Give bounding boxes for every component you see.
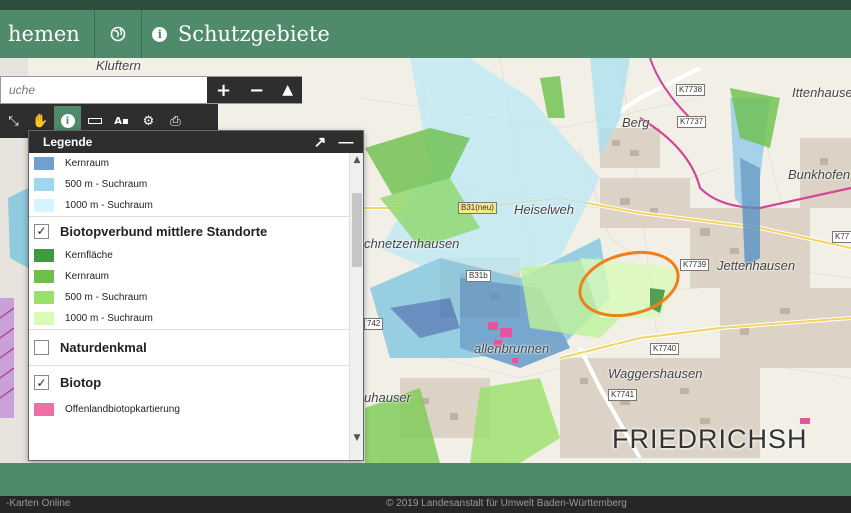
legend-item-label: Kernraum bbox=[65, 271, 109, 282]
legend-item: Kernraum bbox=[29, 266, 349, 287]
road-badge-742: 742 bbox=[364, 318, 384, 330]
legend-swatch bbox=[34, 199, 54, 212]
road-badge-k7738: K7738 bbox=[676, 84, 706, 96]
road-badge-b31: B31(neu) bbox=[458, 202, 497, 214]
layer-checkbox[interactable] bbox=[34, 340, 49, 355]
info-glyph: i bbox=[152, 26, 168, 42]
legend-item: Kernfläche bbox=[29, 245, 349, 266]
legend-item: Kernraum bbox=[29, 153, 349, 174]
legend-item: 500 m - Suchraum bbox=[29, 287, 349, 308]
legend-item-label: Offenlandbiotopkartierung bbox=[65, 404, 180, 415]
nav-schutzgebiete[interactable]: Schutzgebiete bbox=[178, 10, 344, 58]
app-window: hemen i Schutzgebiete Kluftern Berg Itte… bbox=[0, 0, 851, 513]
info-icon[interactable]: i bbox=[142, 10, 178, 58]
nav-themen[interactable]: hemen bbox=[0, 10, 94, 58]
legend-group-biotop[interactable]: ✓ Biotop bbox=[29, 365, 349, 399]
legend-swatch bbox=[34, 249, 54, 262]
road-badge-k7739: K7739 bbox=[680, 259, 710, 271]
footer: -Karten Online © 2019 Landesanstalt für … bbox=[0, 496, 851, 513]
legend-group-biotopverbund[interactable]: ✓ Biotopverbund mittlere Standorte bbox=[29, 216, 349, 245]
legend-title: Legende bbox=[43, 135, 93, 149]
legend-item-label: Kernraum bbox=[65, 158, 109, 169]
legend-group-label: Biotop bbox=[60, 375, 102, 390]
legend-scrollbar[interactable]: ▲ ▼ bbox=[349, 153, 363, 460]
legend-swatch bbox=[34, 403, 54, 416]
legend-item: Offenlandbiotopkartierung bbox=[29, 399, 349, 420]
legend-item-label: 1000 m - Suchraum bbox=[65, 313, 153, 324]
place-label-heiselweh: Heiselweh bbox=[514, 202, 574, 217]
city-label-friedrichshafen: FRIEDRICHSH bbox=[612, 424, 808, 454]
legend-item-label: 1000 m - Suchraum bbox=[65, 200, 153, 211]
globe-glyph bbox=[110, 26, 126, 42]
legend-minimize-button[interactable]: — bbox=[335, 131, 357, 153]
legend-swatch bbox=[34, 178, 54, 191]
legend-item: 500 m - Suchraum bbox=[29, 174, 349, 195]
road-badge-k77: K77 bbox=[832, 231, 851, 243]
legend-header: Legende ↗ — bbox=[29, 131, 363, 153]
legend-group-label: Biotopverbund mittlere Standorte bbox=[60, 223, 268, 239]
legend-swatch bbox=[34, 157, 54, 170]
footer-app-name: -Karten Online bbox=[6, 498, 71, 509]
legend-swatch bbox=[34, 312, 54, 325]
legend-item-label: Kernfläche bbox=[65, 250, 113, 261]
layer-checkbox[interactable]: ✓ bbox=[34, 223, 49, 239]
place-label-kluftern: Kluftern bbox=[96, 58, 141, 73]
top-navigation-bar: hemen i Schutzgebiete bbox=[0, 10, 851, 58]
place-label-jettenhausen: Jettenhausen bbox=[717, 258, 796, 273]
place-label-schnetzenhausen: chnetzenhausen bbox=[364, 236, 460, 251]
scroll-down-arrow[interactable]: ▼ bbox=[350, 433, 364, 443]
legend-swatch bbox=[34, 291, 54, 304]
road-badge-b31b: B31b bbox=[466, 270, 491, 282]
legend-item: 1000 m - Suchraum bbox=[29, 308, 349, 329]
scroll-up-arrow[interactable]: ▲ bbox=[350, 155, 364, 165]
footer-copyright: © 2019 Landesanstalt für Umwelt Baden-Wü… bbox=[386, 498, 627, 509]
legend-group-naturdenkmal[interactable]: Naturdenkmal bbox=[29, 329, 349, 365]
search-input[interactable] bbox=[1, 78, 201, 102]
place-label-bunkhofen: Bunkhofen bbox=[788, 167, 851, 182]
layer-checkbox[interactable]: ✓ bbox=[34, 375, 49, 390]
zoom-out-button[interactable]: − bbox=[249, 80, 264, 101]
place-label-berg: Berg bbox=[622, 115, 650, 130]
info-glyph: i bbox=[60, 114, 75, 128]
legend-panel: Legende ↗ — Kernraum 500 m - Suchraum 10… bbox=[28, 130, 364, 461]
ruler-glyph bbox=[87, 118, 102, 124]
legend-expand-icon[interactable]: ↗ bbox=[309, 131, 331, 153]
collapse-toolbar-button[interactable]: ▲ bbox=[282, 82, 293, 98]
road-badge-k7737: K7737 bbox=[677, 116, 707, 128]
zoom-controls: + − ▲ bbox=[207, 77, 302, 103]
scroll-thumb[interactable] bbox=[352, 193, 362, 267]
legend-item-label: 500 m - Suchraum bbox=[65, 292, 148, 303]
place-label-ittenhause: Ittenhause bbox=[792, 85, 851, 100]
expand-icon[interactable]: ⤡ bbox=[0, 106, 27, 136]
road-badge-k7740: K7740 bbox=[650, 343, 680, 355]
place-label-waggershausen: Waggershausen bbox=[608, 366, 703, 381]
legend-item-label: 500 m - Suchraum bbox=[65, 179, 148, 190]
search-bar: + − ▲ bbox=[0, 76, 302, 104]
legend-list: Kernraum 500 m - Suchraum 1000 m - Suchr… bbox=[29, 153, 349, 460]
place-label-uhauser: uhauser bbox=[364, 390, 411, 405]
zoom-in-button[interactable]: + bbox=[216, 80, 231, 101]
globe-icon[interactable] bbox=[95, 10, 141, 58]
legend-item: 1000 m - Suchraum bbox=[29, 195, 349, 216]
bottom-bar bbox=[0, 463, 851, 496]
place-label-allenbrunnen: allenbrunnen bbox=[474, 341, 550, 356]
legend-group-label: Naturdenkmal bbox=[60, 340, 147, 355]
legend-swatch bbox=[34, 270, 54, 283]
road-badge-k7741: K7741 bbox=[608, 389, 638, 401]
